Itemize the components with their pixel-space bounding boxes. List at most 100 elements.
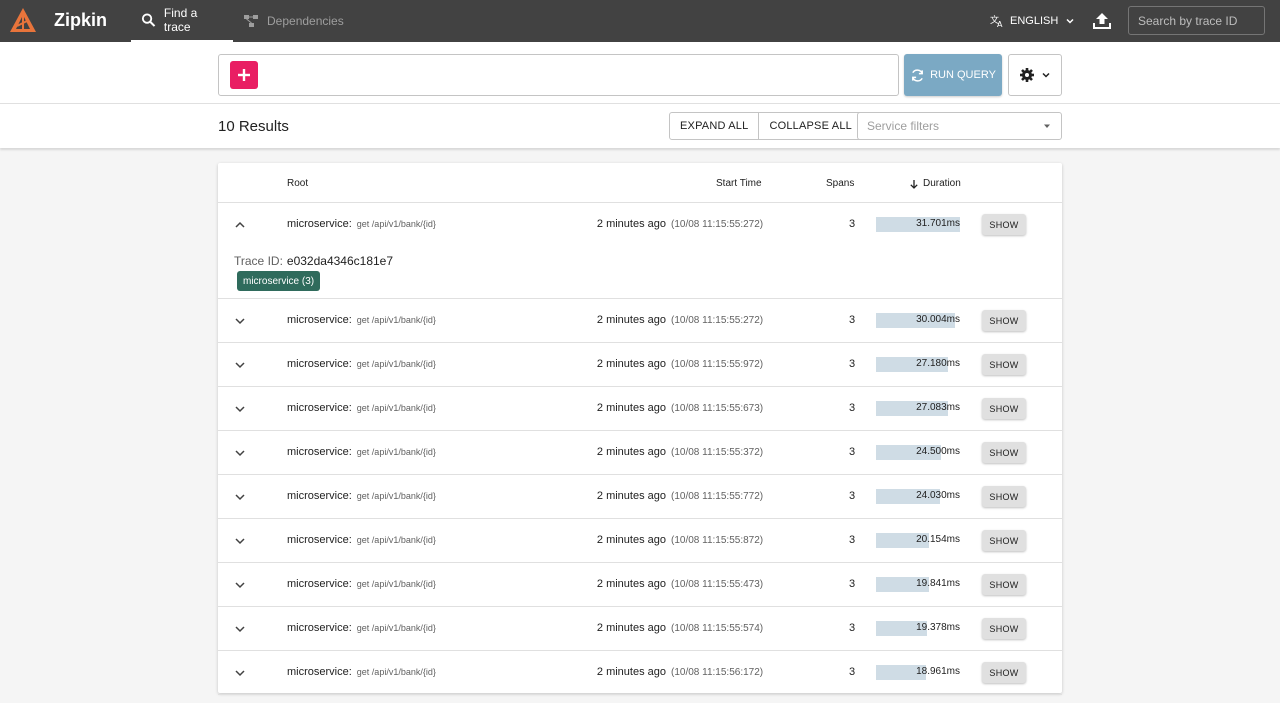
- start-time-absolute: (10/08 11:15:56:172): [671, 667, 764, 678]
- span-count: 3: [849, 358, 856, 370]
- duration-value: 20.154ms: [916, 534, 960, 545]
- duration-bar: 31.701ms: [876, 217, 960, 232]
- show-trace-button[interactable]: SHOW: [982, 574, 1026, 595]
- table-row[interactable]: microservice: get /api/v1/bank/{id} 2 minu…: [218, 475, 1062, 519]
- chevron-up-icon[interactable]: [232, 217, 248, 233]
- root-cell: microservice: get /api/v1/bank/{id}: [287, 622, 436, 634]
- duration-bar: 24.030ms: [876, 489, 960, 504]
- query-criteria-input[interactable]: [218, 54, 899, 96]
- app-title[interactable]: Zipkin: [54, 10, 107, 31]
- show-trace-button[interactable]: SHOW: [982, 530, 1026, 551]
- table-row[interactable]: microservice: get /api/v1/bank/{id} 2 minu…: [218, 299, 1062, 343]
- start-time-relative: 2 minutes ago: [596, 402, 666, 414]
- column-header-spans[interactable]: Spans: [826, 178, 854, 189]
- table-row[interactable]: microservice: get /api/v1/bank/{id} 2 minu…: [218, 343, 1062, 387]
- show-trace-button[interactable]: SHOW: [982, 214, 1026, 235]
- chevron-down-icon[interactable]: [232, 489, 248, 505]
- start-time-relative: 2 minutes ago: [596, 490, 666, 502]
- operation-name: get /api/v1/bank/{id}: [356, 491, 436, 501]
- chevron-down-icon[interactable]: [232, 357, 248, 373]
- start-time-absolute: (10/08 11:15:55:473): [671, 579, 764, 590]
- trace-id-value[interactable]: e032da4346c181e7: [287, 254, 393, 268]
- chevron-down-icon: [1042, 72, 1050, 78]
- service-chip[interactable]: microservice (3): [237, 271, 321, 291]
- service-name: microservice:: [287, 314, 352, 326]
- table-row[interactable]: microservice: get /api/v1/bank/{id} 2 minu…: [218, 519, 1062, 563]
- service-filters-placeholder: Service filters: [867, 119, 940, 133]
- start-time-absolute: (10/08 11:15:55:772): [671, 491, 764, 502]
- root-cell: microservice: get /api/v1/bank/{id}: [287, 402, 436, 414]
- span-count: 3: [849, 218, 856, 230]
- show-trace-button[interactable]: SHOW: [982, 486, 1026, 507]
- language-selector[interactable]: 文 A ENGLISH: [990, 0, 1076, 42]
- root-cell: microservice: get /api/v1/bank/{id}: [287, 314, 436, 326]
- expand-all-button[interactable]: EXPAND ALL: [670, 113, 758, 139]
- zipkin-logo-icon[interactable]: [8, 6, 38, 36]
- chevron-down-icon: [1066, 18, 1074, 24]
- start-time-absolute: (10/08 11:15:55:972): [671, 359, 764, 370]
- table-row[interactable]: microservice: get /api/v1/bank/{id} 2 minu…: [218, 387, 1062, 431]
- duration-value: 18.961ms: [916, 666, 960, 677]
- duration-bar: 19.378ms: [876, 621, 960, 636]
- duration-bar: 19.841ms: [876, 577, 960, 592]
- service-name: microservice:: [287, 666, 352, 678]
- table-header: Root Start Time Spans Duration: [218, 163, 1062, 203]
- dependencies-icon: [244, 15, 258, 27]
- table-row[interactable]: microservice: get /api/v1/bank/{id} 2 minu…: [218, 203, 1062, 299]
- root-cell: microservice: get /api/v1/bank/{id}: [287, 578, 436, 590]
- table-row[interactable]: microservice: get /api/v1/bank/{id} 2 minu…: [218, 431, 1062, 475]
- span-count: 3: [849, 314, 856, 326]
- duration-bar: 30.004ms: [876, 313, 960, 328]
- start-time-absolute: (10/08 11:15:55:272): [671, 219, 764, 230]
- operation-name: get /api/v1/bank/{id}: [356, 535, 436, 545]
- show-trace-button[interactable]: SHOW: [982, 310, 1026, 331]
- start-time-absolute: (10/08 11:15:55:372): [671, 447, 764, 458]
- run-query-button[interactable]: RUN QUERY: [904, 54, 1002, 96]
- service-name: microservice:: [287, 446, 352, 458]
- show-trace-button[interactable]: SHOW: [982, 618, 1026, 639]
- add-criteria-button[interactable]: [230, 61, 258, 89]
- gear-icon: [1020, 68, 1034, 82]
- table-row[interactable]: microservice: get /api/v1/bank/{id} 2 minu…: [218, 607, 1062, 651]
- query-settings-button[interactable]: [1008, 54, 1062, 96]
- chevron-down-icon[interactable]: [232, 577, 248, 593]
- table-row[interactable]: microservice: get /api/v1/bank/{id} 2 minu…: [218, 563, 1062, 607]
- show-trace-button[interactable]: SHOW: [982, 398, 1026, 419]
- show-trace-button[interactable]: SHOW: [982, 354, 1026, 375]
- span-count: 3: [849, 622, 856, 634]
- service-filters-select[interactable]: Service filters: [857, 112, 1062, 140]
- sort-descending-icon: [910, 179, 918, 189]
- start-time-absolute: (10/08 11:15:55:872): [671, 535, 764, 546]
- tab-dependencies[interactable]: Dependencies: [233, 0, 354, 42]
- span-count: 3: [849, 534, 856, 546]
- duration-header-label: Duration: [923, 178, 961, 189]
- show-trace-button[interactable]: SHOW: [982, 662, 1026, 683]
- service-name: microservice:: [287, 490, 352, 502]
- service-name: microservice:: [287, 358, 352, 370]
- language-label: ENGLISH: [1010, 15, 1059, 27]
- chevron-down-icon[interactable]: [232, 665, 248, 681]
- dropdown-arrow-icon: [1044, 124, 1050, 128]
- operation-name: get /api/v1/bank/{id}: [356, 315, 436, 325]
- chevron-down-icon[interactable]: [232, 621, 248, 637]
- duration-value: 30.004ms: [916, 314, 960, 325]
- tab-label: Find a trace: [163, 6, 198, 34]
- column-header-duration[interactable]: Duration: [909, 178, 961, 189]
- chevron-down-icon[interactable]: [232, 401, 248, 417]
- upload-icon[interactable]: [1092, 11, 1112, 31]
- table-row[interactable]: microservice: get /api/v1/bank/{id} 2 minu…: [218, 651, 1062, 695]
- plus-icon: [238, 69, 250, 81]
- run-query-label: RUN QUERY: [930, 69, 996, 81]
- trace-id-search-input[interactable]: [1128, 6, 1265, 35]
- chevron-down-icon[interactable]: [232, 313, 248, 329]
- root-cell: microservice: get /api/v1/bank/{id}: [287, 666, 436, 678]
- column-header-start-time[interactable]: Start Time: [716, 178, 762, 189]
- show-trace-button[interactable]: SHOW: [982, 442, 1026, 463]
- translate-icon: 文 A: [990, 14, 1003, 28]
- tab-find-a-trace[interactable]: Find a trace: [131, 0, 233, 42]
- top-navigation-bar: Zipkin Find a trace Dependencies 文 A ENG…: [0, 0, 1280, 42]
- chevron-down-icon[interactable]: [232, 445, 248, 461]
- collapse-all-button[interactable]: COLLAPSE ALL: [758, 113, 862, 139]
- start-time-relative: 2 minutes ago: [596, 578, 666, 590]
- chevron-down-icon[interactable]: [232, 533, 248, 549]
